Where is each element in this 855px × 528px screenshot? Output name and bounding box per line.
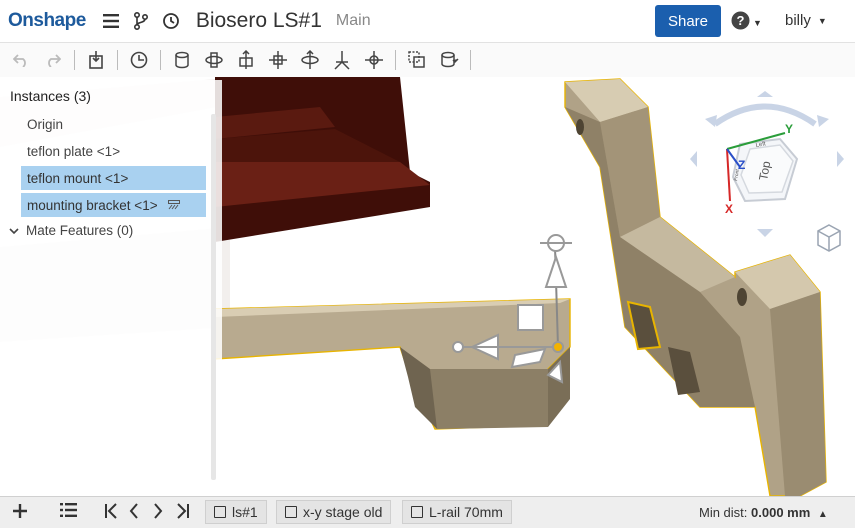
pin-slot-mate-icon[interactable] [331,49,353,71]
user-menu[interactable]: billy ▼ [785,12,827,29]
bottom-tab-bar: ls#1 x-y stage old L-rail 70mm Min dist:… [0,496,855,528]
view-cube-menu-icon[interactable] [816,223,842,253]
toolbar-divider [395,50,396,70]
instance-mounting-bracket[interactable]: mounting bracket <1> [21,193,206,217]
instance-label: teflon plate <1> [27,143,121,159]
planar-mate-icon[interactable] [267,49,289,71]
teflon-plate-part[interactable] [215,77,430,242]
chevron-down-icon: ▼ [817,15,827,26]
part-studio-icon [285,506,297,518]
toolbar-divider [470,50,471,70]
instance-teflon-mount[interactable]: teflon mount <1> [21,166,206,190]
axis-z-label: Z [738,158,745,172]
mate-features-folder[interactable]: Mate Features (0) [9,223,133,238]
part-studio-icon [411,506,423,518]
chevron-down-icon: ▼ [753,18,762,28]
min-dist-value: 0.000 mm [751,505,811,520]
panel-scrollbar[interactable] [211,114,216,480]
undo-icon[interactable] [10,49,32,71]
tab-ls1[interactable]: ls#1 [205,500,267,524]
instance-teflon-plate[interactable]: teflon plate <1> [21,139,206,163]
axis-y-label: Y [785,122,793,136]
document-title: Biosero LS#1 [195,9,322,32]
slider-mate-icon[interactable] [235,49,257,71]
previous-tab-icon[interactable] [129,503,139,519]
part-studio-icon [214,506,226,518]
tab-label: ls#1 [232,504,258,520]
svg-text:?: ? [737,13,745,28]
toolbar-divider [160,50,161,70]
instance-label: teflon mount <1> [27,170,129,186]
tab-label: x-y stage old [303,504,383,520]
onshape-logo[interactable]: Onshape [8,10,86,32]
instance-label: Origin [27,116,64,132]
fixed-ground-icon [167,200,180,210]
assembly-toolbar [0,43,855,77]
instances-panel: Instances (3) Origin teflon plate <1> te… [0,80,222,484]
toolbar-divider [117,50,118,70]
top-header: Onshape Biosero LS#1 Main Share ? ▼ bill… [0,0,855,43]
fastened-mate-icon[interactable] [171,49,193,71]
instance-origin[interactable]: Origin [21,112,206,136]
insert-part-icon[interactable] [85,49,107,71]
mate-connector-icon[interactable] [128,49,150,71]
menu-icon[interactable] [100,10,122,32]
first-tab-icon[interactable] [104,503,118,519]
history-clock-icon[interactable] [160,10,182,32]
linear-pattern-icon[interactable] [438,49,460,71]
chevron-down-icon [9,223,19,238]
axis-x-label: X [725,202,733,216]
tab-label: L-rail 70mm [429,504,503,520]
chevron-up-icon: ▲ [817,509,828,520]
redo-icon[interactable] [42,49,64,71]
next-tab-icon[interactable] [153,503,163,519]
min-dist-label: Min dist: [699,505,748,520]
tab-list-icon[interactable] [60,503,77,517]
user-name: billy [785,12,811,29]
help-menu[interactable]: ? ▼ [731,11,762,35]
replicate-icon[interactable] [406,49,428,71]
branch-icon[interactable] [130,10,152,32]
onshape-app: Onshape Biosero LS#1 Main Share ? ▼ bill… [0,0,855,528]
last-tab-icon[interactable] [176,503,190,519]
revolute-mate-icon[interactable] [203,49,225,71]
ball-mate-icon[interactable] [363,49,385,71]
instance-label: mounting bracket <1> [27,197,158,213]
share-button[interactable]: Share [655,5,721,37]
cylindrical-mate-icon[interactable] [299,49,321,71]
instances-title[interactable]: Instances (3) [10,88,91,104]
min-dist-readout[interactable]: Min dist: 0.000 mm ▲ [699,505,828,520]
tab-xy-stage-old[interactable]: x-y stage old [276,500,392,524]
mate-features-label: Mate Features (0) [26,223,134,238]
add-tab-icon[interactable] [12,503,28,519]
tab-l-rail-70mm[interactable]: L-rail 70mm [402,500,512,524]
help-circle-icon: ? [731,11,750,35]
toolbar-divider [74,50,75,70]
branch-name: Main [335,12,371,29]
